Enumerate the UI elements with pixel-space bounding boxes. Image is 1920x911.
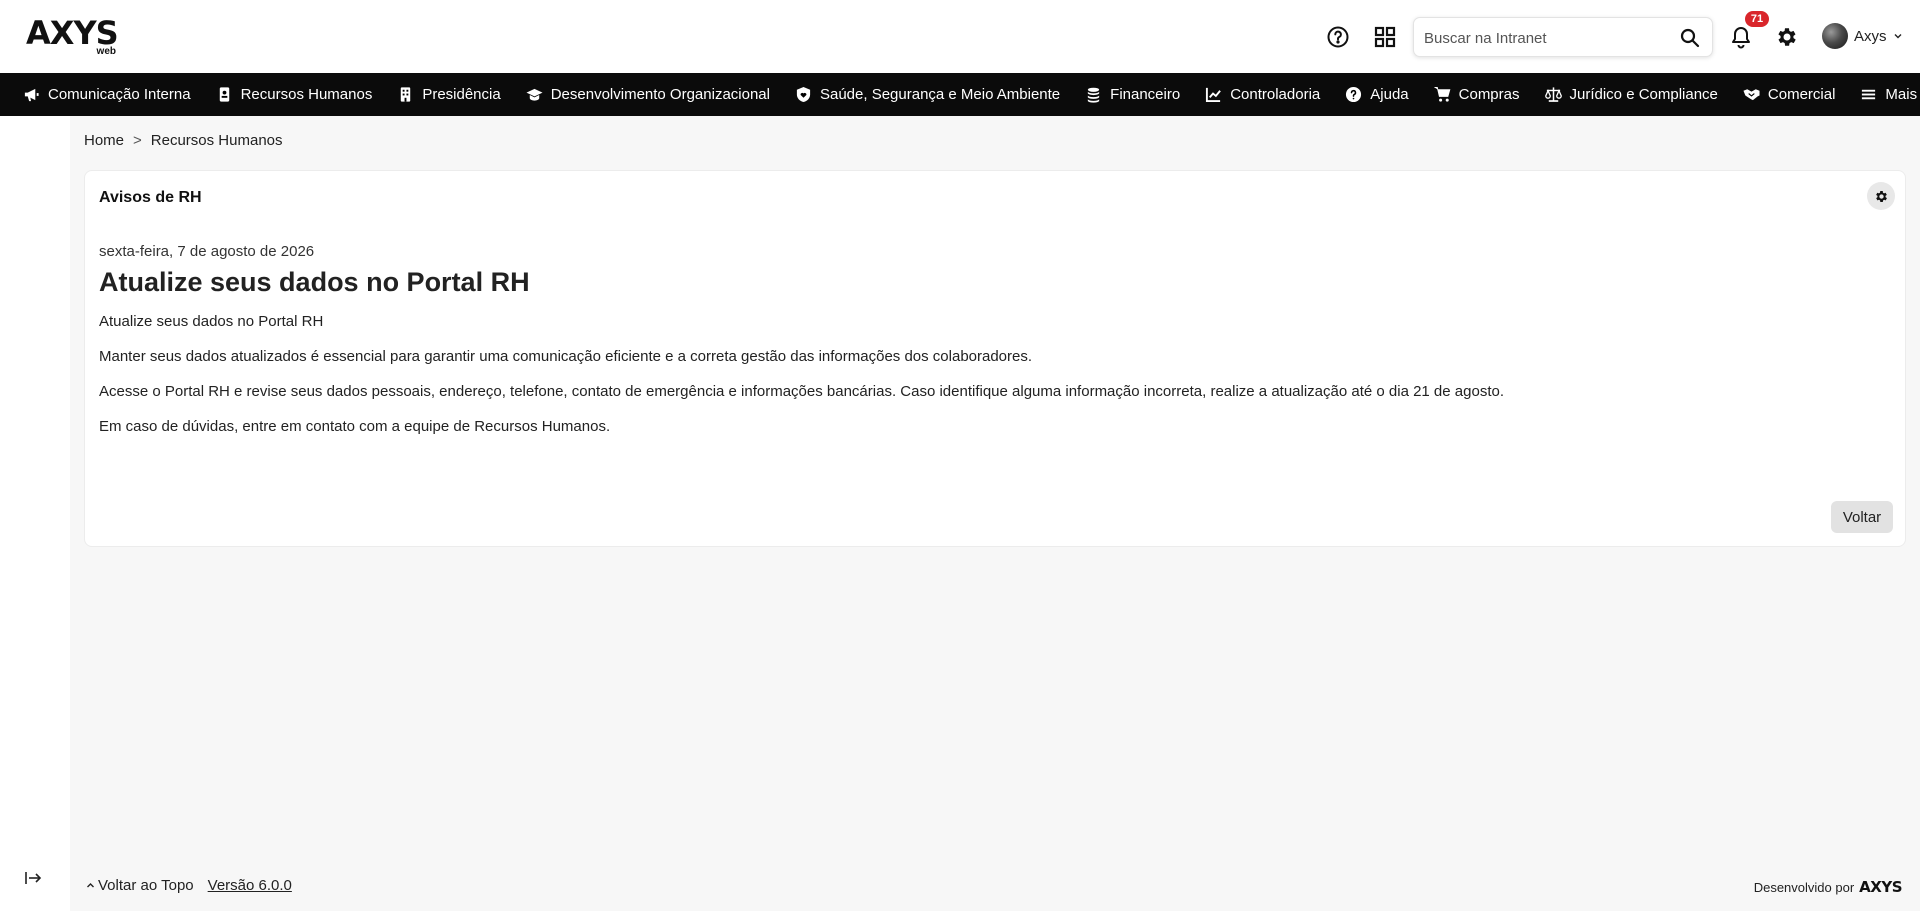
notification-bell-icon[interactable]	[1728, 24, 1754, 50]
nav-item-presidencia[interactable]: Presidência	[397, 73, 501, 116]
search-icon[interactable]	[1678, 26, 1702, 50]
nav-item-label: Compras	[1458, 86, 1520, 103]
question-circle-icon	[1346, 86, 1362, 103]
search-input[interactable]	[1424, 27, 1674, 49]
cart-icon	[1434, 86, 1451, 102]
nav-item-ssma[interactable]: Saúde, Segurança e Meio Ambiente	[795, 73, 1060, 116]
post-paragraph: Acesse o Portal RH e revise seus dados p…	[99, 383, 1504, 400]
post-date: sexta-feira, 7 de agosto de 2026	[99, 243, 315, 260]
menu-icon	[1862, 89, 1876, 100]
nav-item-label: Financeiro	[1110, 86, 1181, 103]
footer-left: Voltar ao Topo Versão 6.0.0	[86, 877, 292, 894]
nav-item-label: Saúde, Segurança e Meio Ambiente	[819, 86, 1061, 103]
nav-item-label: Comunicação Interna	[48, 86, 191, 103]
back-button[interactable]: Voltar	[1831, 501, 1893, 533]
version-link[interactable]: Versão 6.0.0	[208, 877, 292, 894]
nav-item-label: Mais	[1885, 86, 1918, 103]
post-paragraph: Atualize seus dados no Portal RH	[99, 313, 324, 330]
user-name: Axys	[1854, 27, 1887, 45]
notification-count-badge: 71	[1745, 11, 1769, 27]
breadcrumb: Home > Recursos Humanos	[84, 132, 283, 149]
top-header: AXYS web 71 Axys	[0, 0, 1920, 73]
nav-item-ajuda[interactable]: Ajuda	[1345, 73, 1409, 116]
nav-item-compras[interactable]: Compras	[1434, 73, 1520, 116]
nav-item-label: Presidência	[422, 86, 501, 103]
nav-item-label: Desenvolvimento Organizacional	[550, 86, 770, 103]
nav-item-label: Jurídico e Compliance	[1569, 86, 1718, 103]
settings-gear-icon[interactable]	[1774, 24, 1800, 50]
main-nav: Comunicação Interna Recursos Humanos Pre…	[0, 73, 1920, 116]
breadcrumb-current-link[interactable]: Recursos Humanos	[151, 132, 283, 149]
card-title: Avisos de RH	[99, 189, 202, 206]
nav-item-label: Ajuda	[1370, 86, 1409, 103]
apps-grid-icon[interactable]	[1372, 24, 1398, 50]
graduation-cap-icon	[526, 88, 543, 101]
nav-item-mais[interactable]: Mais	[1860, 73, 1917, 116]
chevron-up-icon	[87, 883, 94, 888]
developed-by-label: Desenvolvido por	[1753, 879, 1855, 895]
help-icon[interactable]	[1325, 24, 1351, 50]
coins-icon	[1087, 87, 1100, 103]
id-badge-icon	[219, 87, 229, 102]
nav-item-desenvolvimento-organizacional[interactable]: Desenvolvimento Organizacional	[526, 73, 770, 116]
nav-item-controladoria[interactable]: Controladoria	[1205, 73, 1320, 116]
nav-item-recursos-humanos[interactable]: Recursos Humanos	[216, 73, 373, 116]
nav-item-comunicacao-interna[interactable]: Comunicação Interna	[23, 73, 191, 116]
nav-item-label: Controladoria	[1230, 86, 1321, 103]
line-chart-icon	[1206, 87, 1222, 103]
nav-item-comercial[interactable]: Comercial	[1743, 73, 1836, 116]
axys-logo[interactable]: AXYS web	[26, 16, 120, 58]
scales-icon	[1544, 87, 1562, 102]
hr-notices-card: Avisos de RH sexta-feira, 7 de agosto de…	[84, 170, 1906, 547]
sidebar	[0, 116, 70, 911]
nav-item-juridico-compliance[interactable]: Jurídico e Compliance	[1544, 73, 1718, 116]
avatar	[1822, 23, 1848, 49]
user-menu[interactable]: Axys	[1822, 22, 1903, 50]
logo-subtitle: web	[96, 46, 116, 57]
breadcrumb-separator: >	[133, 132, 142, 149]
nav-item-label: Comercial	[1767, 86, 1836, 103]
back-to-top-link[interactable]: Voltar ao Topo	[86, 877, 194, 894]
megaphone-icon	[24, 88, 39, 102]
nav-item-financeiro[interactable]: Financeiro	[1085, 73, 1180, 116]
building-icon	[401, 87, 411, 102]
post-paragraph: Manter seus dados atualizados é essencia…	[99, 348, 1033, 365]
search-box	[1413, 17, 1713, 57]
developer-logo[interactable]: AXYS	[1859, 878, 1902, 896]
post-body: Atualize seus dados no Portal RH Manter …	[99, 313, 1879, 453]
back-to-top-label: Voltar ao Topo	[98, 877, 194, 894]
card-settings-gear-icon[interactable]	[1867, 182, 1895, 210]
shield-heart-icon	[796, 86, 811, 103]
footer-credits: Desenvolvido por AXYS	[1753, 878, 1903, 896]
nav-item-label: Recursos Humanos	[240, 86, 373, 103]
breadcrumb-home-link[interactable]: Home	[84, 132, 124, 149]
expand-sidebar-icon[interactable]	[22, 867, 44, 889]
post-title: Atualize seus dados no Portal RH	[99, 267, 530, 297]
handshake-icon	[1743, 89, 1760, 101]
chevron-down-icon	[1894, 34, 1902, 39]
post-paragraph: Em caso de dúvidas, entre em contato com…	[99, 418, 611, 435]
logo-wordmark: AXYS	[26, 14, 119, 52]
